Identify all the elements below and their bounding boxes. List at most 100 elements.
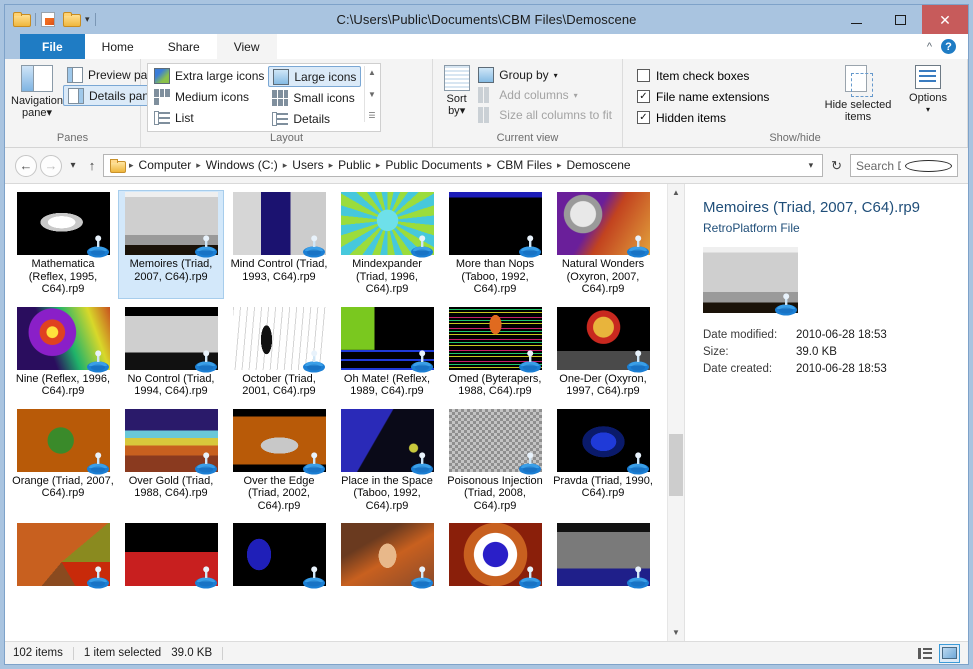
back-arrow-icon[interactable]: ← (15, 154, 37, 177)
layout-small-icons[interactable]: Small icons (268, 88, 361, 108)
details-view-icon[interactable] (914, 644, 935, 663)
file-name-extensions-checkbox[interactable]: ✓ File name extensions (637, 86, 817, 107)
layout-extra-large-icons[interactable]: Extra large icons (150, 66, 268, 86)
file-item[interactable]: Poisonous Injection (Triad, 2008, C64).r… (442, 407, 548, 516)
folder-icon[interactable] (13, 11, 31, 28)
scroll-down-icon[interactable]: ▼ (668, 624, 684, 641)
scroll-up-icon[interactable]: ▲ (668, 184, 684, 201)
breadcrumb-item-computer[interactable]: Computer (135, 155, 196, 176)
refresh-icon[interactable]: ↻ (826, 158, 847, 174)
joystick-overlay-icon (302, 349, 325, 372)
search-icon[interactable] (905, 159, 952, 172)
file-item[interactable]: Mathematica (Reflex, 1995, C64).rp9 (10, 190, 116, 299)
joystick-overlay-icon (410, 235, 433, 258)
breadcrumb-item-public-documents[interactable]: Public Documents (381, 155, 486, 176)
breadcrumb-item-users[interactable]: Users (288, 155, 327, 176)
tab-view[interactable]: View (216, 34, 277, 59)
scroll-down-icon[interactable]: ▼ (368, 90, 376, 99)
search-input[interactable]: Search De... (850, 154, 958, 177)
file-item[interactable] (118, 521, 224, 592)
breadcrumb-dropdown-icon[interactable]: ▾ (804, 160, 819, 171)
large-icons-view-icon[interactable] (939, 643, 960, 663)
options-label: Options (909, 92, 947, 104)
breadcrumb[interactable]: ▸ Computer ▸ Windows (C:) ▸ Users ▸ Publ… (103, 154, 824, 177)
joystick-overlay-icon (302, 235, 325, 258)
file-item[interactable] (10, 521, 116, 592)
file-item[interactable]: No Control (Triad, 1994, C64).rp9 (118, 305, 224, 401)
up-arrow-icon[interactable]: ↑ (84, 155, 100, 177)
property-key: Date modified: (703, 329, 778, 341)
file-item[interactable]: Over Gold (Triad, 1988, C64).rp9 (118, 407, 224, 516)
file-item[interactable]: More than Nops (Taboo, 1992, C64).rp9 (442, 190, 548, 299)
breadcrumb-item-windows-c[interactable]: Windows (C:) (202, 155, 282, 176)
layout-details[interactable]: Details (268, 109, 361, 129)
file-item[interactable]: Mind Control (Triad, 1993, C64).rp9 (226, 190, 332, 299)
breadcrumb-item-demoscene[interactable]: Demoscene (563, 155, 635, 176)
sort-by-button[interactable]: Sort by▾ (439, 63, 474, 117)
vertical-scrollbar[interactable]: ▲ ▼ (667, 184, 684, 641)
maximize-button[interactable] (878, 5, 922, 34)
file-item[interactable] (550, 521, 656, 592)
scroll-up-icon[interactable]: ▲ (368, 68, 376, 77)
tab-file[interactable]: File (20, 34, 85, 59)
file-item[interactable]: Over the Edge (Triad, 2002, C64).rp9 (226, 407, 332, 516)
joystick-overlay-icon (518, 451, 541, 474)
forward-arrow-icon[interactable]: → (40, 154, 62, 177)
sort-by-label-1: Sort (446, 93, 467, 105)
file-item[interactable]: October (Triad, 2001, C64).rp9 (226, 305, 332, 401)
options-button[interactable]: Options ▾ (899, 63, 957, 116)
file-thumbnail (232, 192, 326, 258)
navigation-pane-button[interactable]: Navigation pane▾ (11, 63, 63, 119)
file-name-label: Mindexpander (Triad, 1996, C64).rp9 (352, 258, 422, 295)
layout-medium-icons[interactable]: Medium icons (150, 87, 268, 107)
file-item[interactable]: One-Der (Oxyron, 1997, C64).rp9 (550, 305, 656, 401)
minimize-button[interactable] (834, 5, 878, 34)
checkbox-box: ✓ (637, 90, 650, 103)
scrollbar-thumb[interactable] (669, 434, 683, 496)
gallery-more-icon[interactable]: ☰ (368, 111, 375, 120)
file-item[interactable]: Omed (Byterapers, 1988, C64).rp9 (442, 305, 548, 401)
file-thumbnail (124, 192, 218, 258)
file-item[interactable] (226, 521, 332, 592)
chevron-down-icon[interactable]: ▾ (85, 15, 90, 24)
file-item[interactable]: Natural Wonders (Oxyron, 2007, C64).rp9 (550, 190, 656, 299)
file-name-label: Over the Edge (Triad, 2002, C64).rp9 (243, 474, 315, 512)
recent-locations-icon[interactable]: ▾ (65, 155, 81, 177)
breadcrumb-item-public[interactable]: Public (334, 155, 375, 176)
divider (35, 13, 36, 26)
close-button[interactable]: ✕ (922, 5, 968, 34)
file-list-pane[interactable]: Mathematica (Reflex, 1995, C64).rp9 Memoi… (5, 184, 685, 641)
file-item[interactable]: Orange (Triad, 2007, C64).rp9 (10, 407, 116, 516)
hidden-items-checkbox[interactable]: ✓ Hidden items (637, 107, 817, 128)
properties-icon[interactable] (41, 11, 58, 28)
layout-gallery-spinner[interactable]: ▲ ▼ ☰ (364, 66, 378, 122)
file-item[interactable] (442, 521, 548, 592)
tab-share[interactable]: Share (150, 34, 217, 59)
file-item[interactable]: Mindexpander (Triad, 1996, C64).rp9 (334, 190, 440, 299)
file-thumbnail (556, 306, 650, 372)
file-item[interactable]: Oh Mate! (Reflex, 1989, C64).rp9 (334, 305, 440, 401)
joystick-overlay-icon (410, 349, 433, 372)
group-by-button[interactable]: Group by ▾ (474, 65, 616, 85)
hidden-items-label: Hidden items (656, 110, 727, 125)
item-check-boxes-checkbox[interactable]: Item check boxes (637, 65, 817, 86)
new-folder-icon[interactable] (63, 11, 81, 28)
extra-large-icons-icon (154, 68, 170, 84)
collapse-ribbon-icon[interactable]: ^ (927, 41, 932, 53)
search-placeholder: Search De... (856, 158, 901, 173)
help-icon[interactable]: ? (941, 39, 956, 54)
tab-home[interactable]: Home (84, 34, 151, 59)
file-name-label: Place in the Space (Taboo, 1992, C64).rp… (341, 474, 433, 512)
file-name-label: No Control (Triad, 1994, C64).rp9 (127, 372, 215, 398)
hide-selected-items-button[interactable]: Hide selected items (817, 63, 899, 123)
layout-list[interactable]: List (150, 108, 268, 128)
file-item[interactable]: Nine (Reflex, 1996, C64).rp9 (10, 305, 116, 401)
breadcrumb-item-cbm-files[interactable]: CBM Files (493, 155, 556, 176)
file-item-selected[interactable]: Memoires (Triad, 2007, C64).rp9 (118, 190, 224, 299)
file-item[interactable]: Place in the Space (Taboo, 1992, C64).rp… (334, 407, 440, 516)
layout-large-icons[interactable]: Large icons (268, 66, 362, 87)
joystick-overlay-icon (302, 451, 325, 474)
file-name-label: Memoires (Triad, 2007, C64).rp9 (129, 258, 213, 283)
file-item[interactable] (334, 521, 440, 592)
file-item[interactable]: Pravda (Triad, 1990, C64).rp9 (550, 407, 656, 516)
